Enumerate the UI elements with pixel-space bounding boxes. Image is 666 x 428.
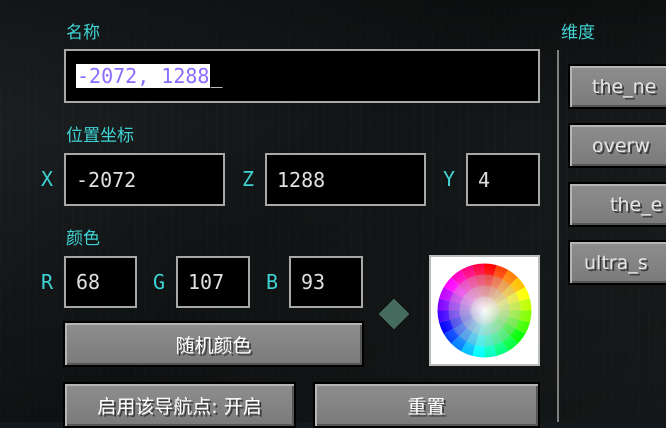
name-input[interactable]: -2072, 1288 _: [64, 49, 540, 103]
color-wheel-picker[interactable]: [429, 255, 540, 366]
green-input[interactable]: 107: [176, 256, 250, 308]
x-coordinate-value: -2072: [76, 167, 137, 192]
green-channel-label: G: [153, 270, 166, 294]
z-axis-label: Z: [242, 167, 255, 191]
dimension-button-overworld[interactable]: overw: [568, 123, 666, 168]
blue-channel-label: B: [266, 270, 279, 294]
position-label: 位置坐标: [66, 126, 134, 146]
y-axis-label: Y: [443, 167, 456, 191]
reset-button[interactable]: 重置: [313, 382, 540, 428]
red-input[interactable]: 68: [64, 256, 137, 308]
dimension-button-the-nether[interactable]: the_ne: [568, 64, 666, 109]
red-value: 68: [76, 270, 101, 294]
y-coordinate-value: 4: [478, 167, 491, 192]
name-input-value: -2072, 1288: [76, 64, 211, 88]
color-wheel-icon: [437, 263, 532, 358]
z-coordinate-input[interactable]: 1288: [265, 153, 426, 206]
blue-value: 93: [301, 270, 326, 294]
blue-input[interactable]: 93: [289, 256, 363, 308]
color-label: 颜色: [66, 229, 100, 249]
dimension-button-ultra-space[interactable]: ultra_s: [568, 240, 666, 285]
dimension-label: 维度: [561, 23, 595, 43]
z-coordinate-value: 1288: [277, 167, 326, 192]
green-value: 107: [188, 270, 225, 294]
name-label: 名称: [66, 23, 100, 43]
red-channel-label: R: [41, 270, 54, 294]
x-coordinate-input[interactable]: -2072: [64, 153, 225, 206]
enable-waypoint-toggle[interactable]: 启用该导航点: 开启: [63, 382, 296, 428]
text-cursor: _: [210, 64, 223, 88]
panel-divider: [557, 50, 559, 422]
y-coordinate-input[interactable]: 4: [466, 153, 540, 206]
x-axis-label: X: [41, 167, 54, 191]
dimension-button-the-end[interactable]: the_e: [568, 182, 666, 227]
random-color-button[interactable]: 随机颜色: [63, 321, 364, 367]
